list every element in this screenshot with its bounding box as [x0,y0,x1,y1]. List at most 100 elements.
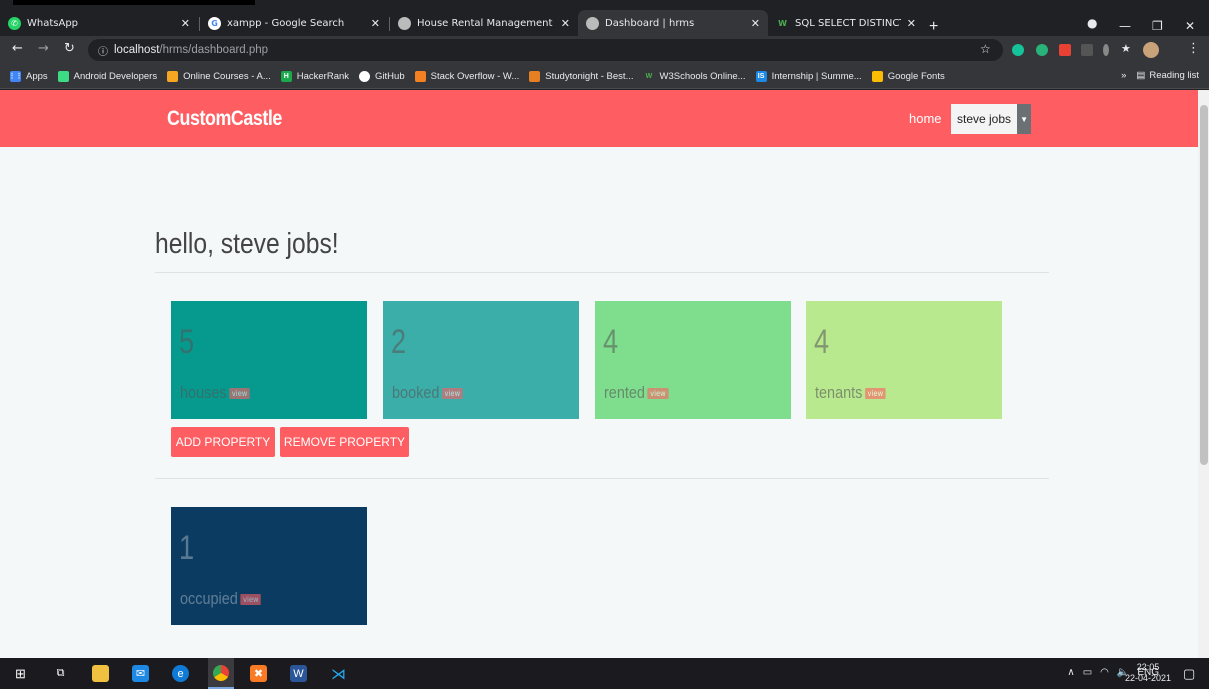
forward-arrow-icon[interactable]: → [38,41,49,56]
chevron-up-icon[interactable]: ∧ [1067,667,1074,678]
close-icon[interactable]: ✕ [907,17,916,30]
bookmark-label: Android Developers [73,70,158,82]
bookmark-online-courses[interactable]: Online Courses - A... [167,70,271,82]
apps-grid-icon: ⋮⋮ [9,70,23,82]
wifi-icon[interactable]: ◠ [1100,667,1109,678]
bookmark-stackoverflow[interactable]: Stack Overflow - W... [414,70,519,82]
w3schools-icon: W [645,72,653,80]
tab-whatsapp[interactable]: ✆ WhatsApp ✕ [0,10,198,36]
booked-card: 2 booked view [383,301,579,419]
occupied-card: 1 occupied view [171,507,367,625]
reading-list-button[interactable]: ▤ Reading list [1136,70,1199,81]
close-icon[interactable]: ✕ [181,17,190,30]
info-icon[interactable]: ⓘ [98,43,108,58]
restore-button[interactable]: ❐ [1152,19,1163,33]
menu-icon[interactable]: ⋮ [1187,41,1200,56]
bookmark-label: Internship | Summe... [771,70,862,82]
hackerrank-icon: H [280,70,292,82]
scrollbar-thumb[interactable] [1200,105,1208,465]
bookmark-star-icon[interactable]: ☆ [980,42,991,56]
clock[interactable]: 22:05 22-04-2021 [1125,662,1171,684]
more-bookmarks-icon[interactable]: » [1121,70,1126,81]
internshala-icon: IS [755,70,767,82]
close-icon[interactable]: ✕ [561,17,570,30]
bookmark-label: Online Courses - A... [183,70,271,82]
extension-m-icon[interactable] [1036,44,1048,56]
view-button[interactable]: view [647,387,669,399]
remove-property-button[interactable]: REMOVE PROPERTY [280,427,409,457]
card-value: 4 [814,323,830,361]
bookmark-github[interactable]: GitHub [359,70,405,82]
home-link[interactable]: home [909,111,942,126]
bookmark-android[interactable]: Android Developers [57,70,158,82]
minimize-button[interactable]: — [1119,19,1131,33]
grammarly-icon[interactable] [1012,44,1024,56]
card-label: occupied [180,589,238,608]
bookmark-label: W3Schools Online... [659,70,746,82]
view-button[interactable]: view [240,593,262,605]
edge-icon[interactable]: e [172,665,189,682]
tab-title: xampp - Google Search [227,17,345,29]
bookmarks-bar: ⋮⋮ Apps Android Developers Online Courses… [0,64,1209,89]
studytonight-icon [529,70,541,82]
bookmark-label: HackerRank [296,70,350,82]
puzzle-icon[interactable]: ★ [1121,42,1133,55]
close-icon[interactable]: ✕ [371,17,380,30]
courses-icon [167,70,179,82]
card-label-row: booked view [392,383,463,403]
windows-start-icon[interactable]: ⊞ [12,665,29,682]
address-bar[interactable]: ⓘ localhost/hrms/dashboard.php [88,39,1003,61]
site-icon [586,16,599,30]
vscode-icon[interactable]: ⋊ [330,665,347,683]
new-tab-button[interactable]: + [929,18,938,36]
extension-pen-icon[interactable] [1059,44,1071,56]
bookmark-google-fonts[interactable]: Google Fonts [871,70,945,82]
window-close-button[interactable]: ✕ [1185,19,1195,33]
view-button[interactable]: view [229,387,250,399]
file-explorer-icon[interactable] [92,665,109,682]
tab-dashboard[interactable]: Dashboard | hrms ✕ [578,10,768,36]
notification-icon[interactable]: ▢ [1183,666,1195,682]
mail-icon[interactable]: ✉ [132,665,149,682]
w3schools-icon: W [778,18,787,28]
add-property-button[interactable]: ADD PROPERTY [171,427,275,457]
site-icon [398,16,411,30]
bookmark-studytonight[interactable]: Studytonight - Best... [529,70,633,82]
caret-down-icon[interactable]: ▼ [1017,104,1032,134]
avatar[interactable] [1143,42,1159,58]
word-icon[interactable]: W [290,665,307,682]
view-button[interactable]: view [864,387,886,399]
back-arrow-icon[interactable]: ← [12,41,23,56]
close-icon[interactable]: ✕ [751,17,760,30]
view-button[interactable]: view [441,387,463,399]
user-name[interactable]: steve jobs [951,104,1018,134]
extension-fx-icon[interactable] [1081,44,1093,56]
card-label-row: rented view [604,383,669,403]
tab-google-search[interactable]: G xampp - Google Search ✕ [200,10,388,36]
google-icon: G [208,16,221,30]
bookmark-w3schools[interactable]: W W3Schools Online... [643,70,746,82]
bookmark-label: Apps [26,70,48,82]
url-path: /hrms/dashboard.php [159,44,269,56]
profile-dot-icon[interactable]: ● [1087,16,1097,30]
tab-sql-distinct[interactable]: W SQL SELECT DISTINCT Statement ✕ [768,10,924,36]
tab-title: Dashboard | hrms [605,17,695,29]
xampp-icon[interactable]: ✖ [250,665,267,682]
extension-bar-icon[interactable] [1103,44,1109,56]
chrome-taskbar-button[interactable] [208,658,234,689]
card-label-row: houses view [180,383,250,403]
reload-icon[interactable]: ↻ [64,41,75,56]
bookmark-apps[interactable]: ⋮⋮ Apps [9,70,48,82]
bookmark-label: Google Fonts [887,70,945,82]
card-value: 5 [179,323,195,361]
card-label-row: occupied view [180,589,262,609]
battery-icon[interactable]: ▭ [1083,667,1092,678]
bookmark-internship[interactable]: IS Internship | Summe... [755,70,862,82]
bookmark-hackerrank[interactable]: H HackerRank [280,70,350,82]
tab-house-rental[interactable]: House Rental Management Syste ✕ [390,10,578,36]
navigation-bar: ← → ↻ ⓘ localhost/hrms/dashboard.php ☆ ★… [0,36,1209,64]
task-view-icon[interactable]: ⧉ [52,665,69,682]
card-label: booked [392,383,440,402]
brand-logo[interactable]: CustomCastle [167,107,282,131]
user-dropdown[interactable]: steve jobs ▼ [951,104,1032,134]
